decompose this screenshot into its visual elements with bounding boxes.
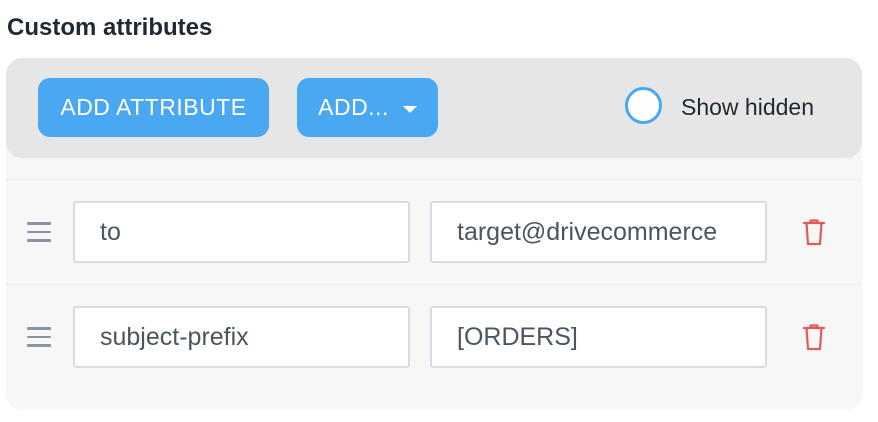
add-menu-button[interactable]: ADD... — [297, 78, 438, 137]
attribute-key-input[interactable]: subject-prefix — [73, 306, 410, 368]
attribute-row: subject-prefix [ORDERS] — [6, 284, 862, 388]
custom-attributes-panel: ADD ATTRIBUTE ADD... Show hidden to targ… — [6, 58, 862, 410]
attribute-value-input[interactable]: [ORDERS] — [430, 306, 767, 368]
drag-handle-icon[interactable] — [27, 327, 51, 347]
section-title: Custom attributes — [7, 14, 213, 41]
add-attribute-button[interactable]: ADD ATTRIBUTE — [38, 78, 269, 137]
toolbar: ADD ATTRIBUTE ADD... Show hidden — [6, 58, 862, 158]
drag-handle-icon[interactable] — [27, 222, 51, 242]
attribute-row: to target@drivecommerce — [6, 179, 862, 283]
show-hidden-label: Show hidden — [681, 94, 814, 120]
trash-icon[interactable] — [802, 218, 826, 246]
attribute-value-input[interactable]: target@drivecommerce — [430, 201, 767, 263]
caret-down-icon — [402, 105, 417, 113]
add-attribute-label: ADD ATTRIBUTE — [60, 94, 247, 120]
trash-icon[interactable] — [802, 323, 826, 351]
show-hidden-toggle[interactable] — [625, 87, 662, 124]
attribute-key-input[interactable]: to — [73, 201, 410, 263]
add-menu-label: ADD... — [318, 94, 389, 120]
